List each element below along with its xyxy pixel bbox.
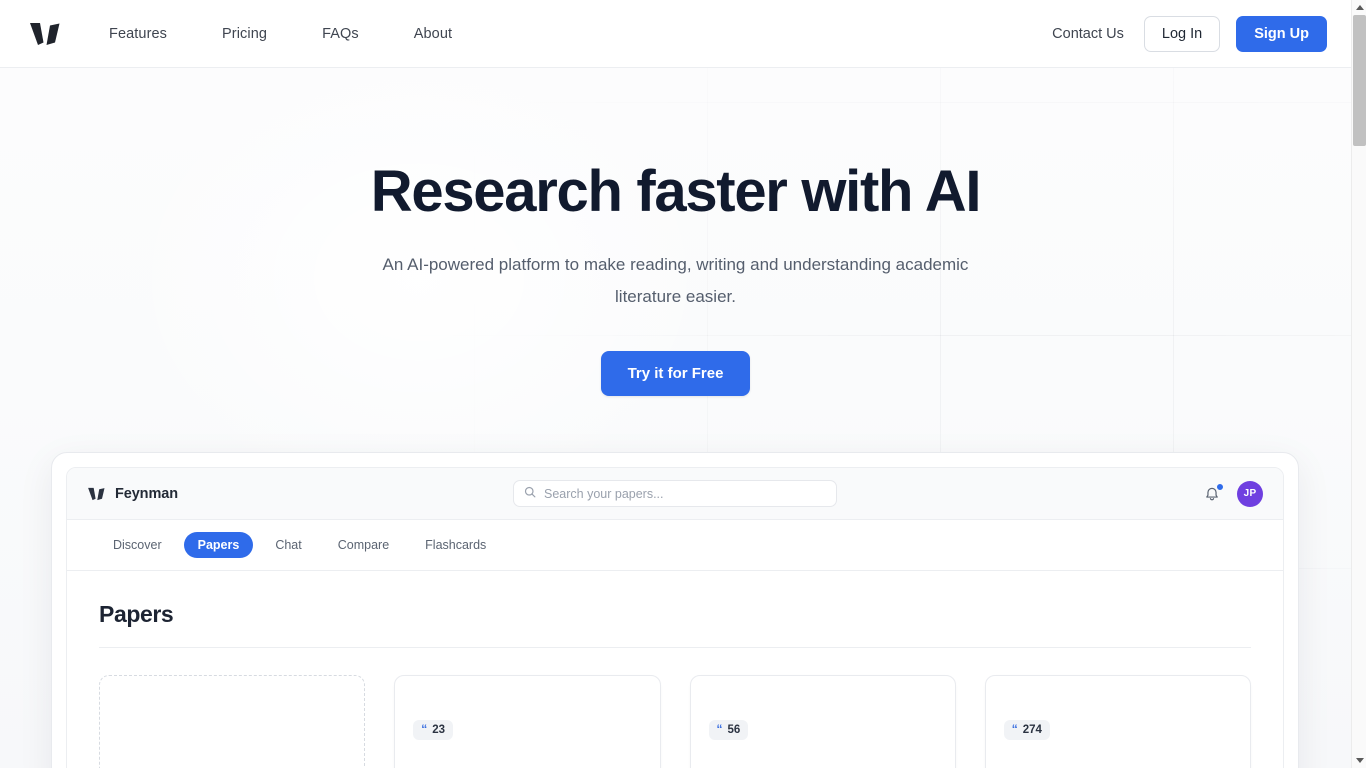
- citation-badge: “ 56: [708, 720, 749, 740]
- paper-card-grid: “ 23 “ 56 “ 274: [99, 675, 1251, 768]
- search-input[interactable]: [544, 486, 826, 501]
- app-header: Feynman Search your papers... JP: [67, 468, 1283, 520]
- primary-nav: Features Pricing FAQs About: [109, 18, 507, 50]
- app-brand[interactable]: Feynman: [87, 485, 178, 502]
- notification-badge-dot: [1216, 482, 1224, 491]
- feynman-logo-icon: [87, 485, 107, 502]
- citation-count: 56: [727, 724, 741, 736]
- hero-title: Research faster with AI: [370, 159, 982, 224]
- page-viewport: Features Pricing FAQs About Contact Us L…: [0, 0, 1366, 768]
- paper-card[interactable]: “ 23: [394, 675, 661, 768]
- navbar-actions: Contact Us Log In Sign Up: [1052, 15, 1327, 52]
- search-bar[interactable]: [513, 480, 837, 507]
- nav-link-features[interactable]: Features: [109, 18, 167, 50]
- paper-card[interactable]: “ 56: [689, 675, 956, 768]
- login-button[interactable]: Log In: [1143, 15, 1221, 52]
- citation-count: 274: [1022, 724, 1042, 736]
- citation-badge: “ 274: [1003, 720, 1050, 740]
- signup-button[interactable]: Sign Up: [1236, 15, 1327, 52]
- quote-icon: “: [1011, 722, 1018, 736]
- quote-icon: “: [421, 722, 428, 736]
- citation-badge: “ 23: [413, 720, 454, 740]
- section-divider: [99, 647, 1251, 648]
- try-it-for-free-button[interactable]: Try it for Free: [600, 350, 751, 396]
- nav-link-faqs[interactable]: FAQs: [322, 18, 359, 50]
- hero-content: Research faster with AI An AI-powered pl…: [0, 68, 1351, 396]
- app-window: Feynman Search your papers... JP Discove…: [66, 467, 1284, 768]
- vertical-scrollbar[interactable]: [1351, 0, 1366, 768]
- nav-link-about[interactable]: About: [414, 18, 452, 50]
- app-content: Papers “ 23 “ 56 “ 274: [67, 571, 1283, 768]
- quote-icon: “: [716, 722, 723, 736]
- scrollbar-thumb[interactable]: [1353, 15, 1366, 146]
- app-header-actions: JP: [1203, 480, 1263, 507]
- tab-discover[interactable]: Discover: [99, 532, 176, 558]
- avatar[interactable]: JP: [1237, 480, 1263, 507]
- notifications-button[interactable]: [1203, 482, 1224, 503]
- tab-compare[interactable]: Compare: [324, 532, 403, 558]
- app-tab-bar: Discover Papers Chat Compare Flashcards: [67, 520, 1283, 571]
- hero-subtitle: An AI-powered platform to make reading, …: [382, 254, 969, 306]
- brand-logo-icon[interactable]: [26, 17, 66, 51]
- tab-flashcards[interactable]: Flashcards: [411, 532, 500, 558]
- hero-cta-wrapper: Try it for Free: [0, 350, 1351, 396]
- nav-link-pricing[interactable]: Pricing: [222, 18, 267, 50]
- bell-icon: [1203, 487, 1221, 507]
- app-preview-frame: Feynman Search your papers... JP Discove…: [51, 452, 1299, 768]
- scroll-down-arrow[interactable]: [1352, 753, 1366, 768]
- search-icon: [524, 485, 536, 503]
- paper-card[interactable]: “ 274: [984, 675, 1251, 768]
- site-navbar: Features Pricing FAQs About Contact Us L…: [0, 0, 1351, 68]
- tab-chat[interactable]: Chat: [261, 532, 315, 558]
- nav-link-contact-us[interactable]: Contact Us: [1052, 26, 1124, 42]
- add-paper-card[interactable]: [99, 675, 366, 768]
- scroll-up-arrow[interactable]: [1352, 0, 1366, 15]
- page-title: Papers: [99, 601, 174, 627]
- chevron-up-icon: [1355, 5, 1364, 10]
- app-brand-name: Feynman: [115, 485, 178, 502]
- chevron-down-icon: [1355, 758, 1364, 763]
- tab-papers[interactable]: Papers: [183, 532, 254, 558]
- citation-count: 23: [432, 724, 446, 736]
